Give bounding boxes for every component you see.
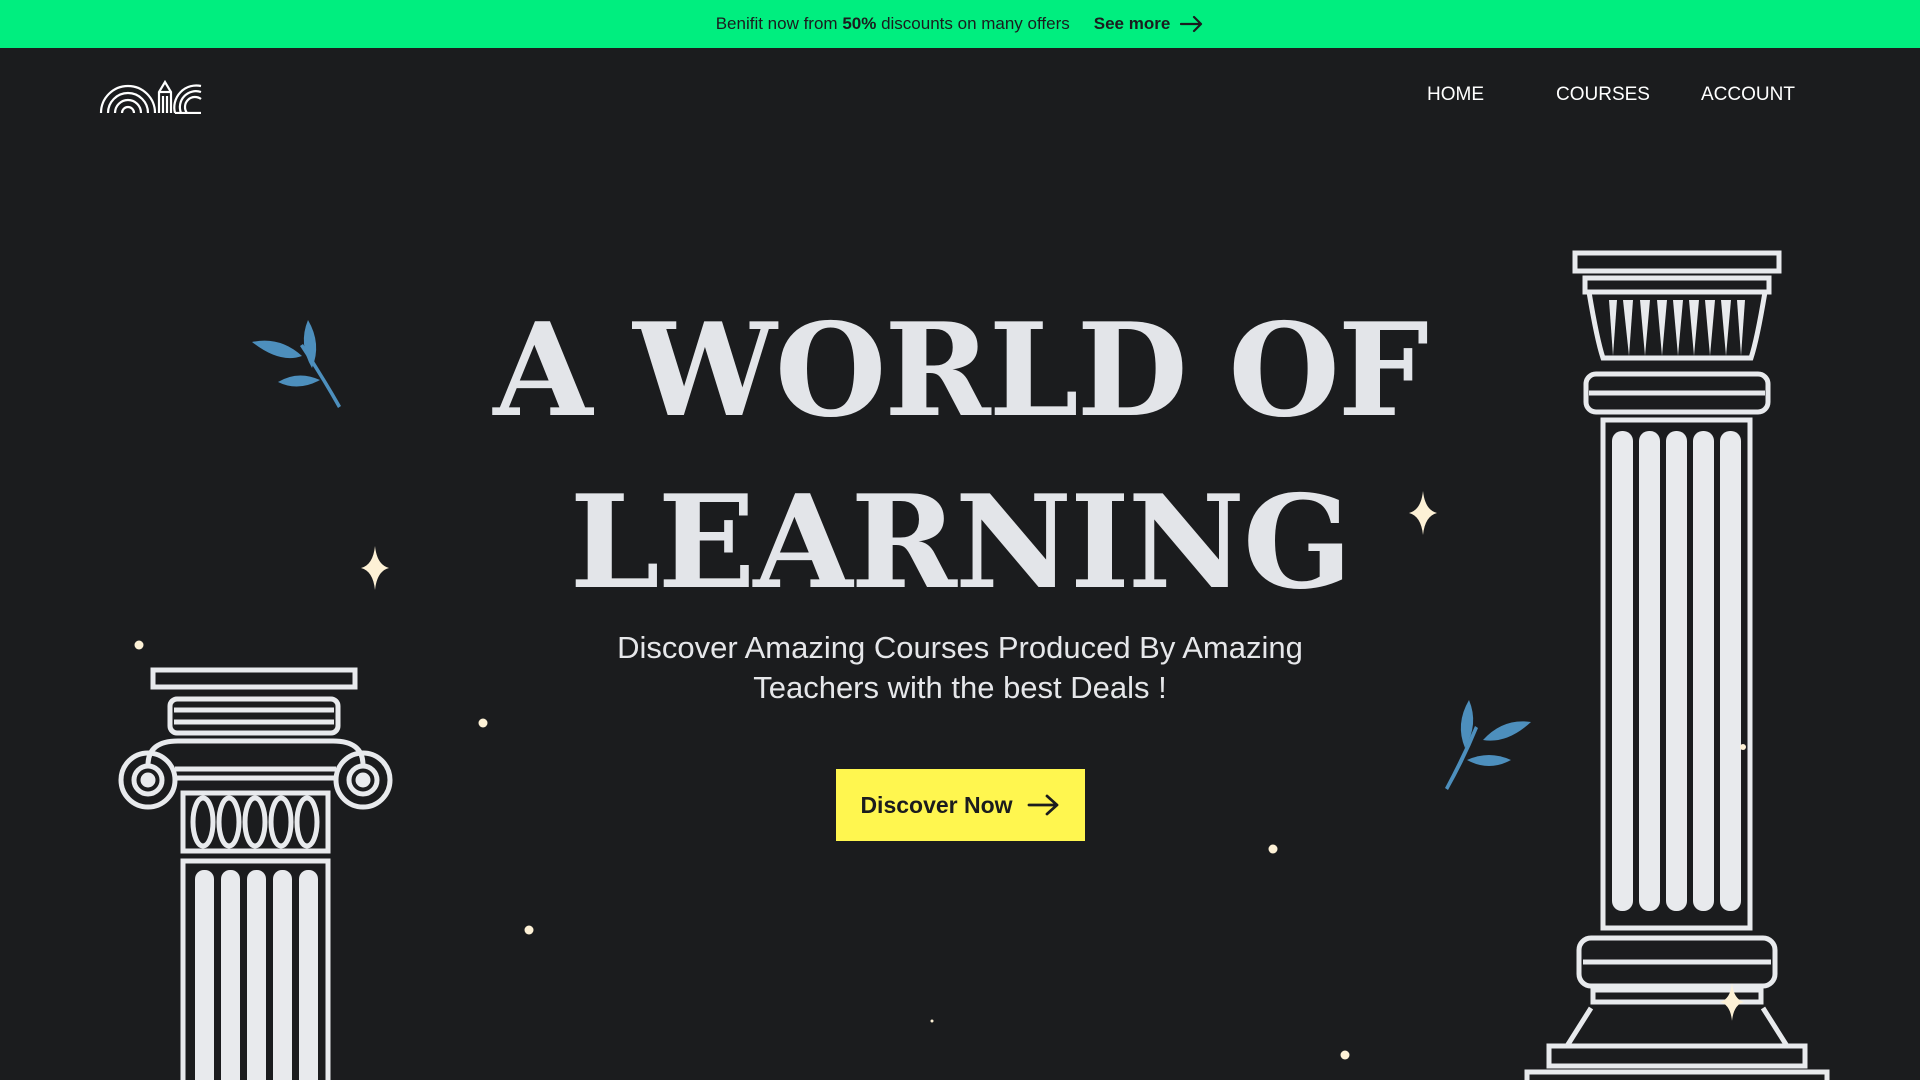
hero-title-line1: A WORLD OF — [493, 296, 1428, 446]
arrow-right-icon — [1027, 794, 1058, 816]
discover-now-button[interactable]: Discover Now — [836, 769, 1085, 841]
hero-title-line2: LEARNING — [569, 468, 1352, 618]
hero-subtitle-line1: Discover Amazing Courses Produced By Ama… — [617, 630, 1303, 665]
hero-subtitle: Discover Amazing Courses Produced By Ama… — [560, 628, 1360, 708]
hero-subtitle-line2: Teachers with the best Deals ! — [753, 670, 1167, 705]
discover-now-label: Discover Now — [860, 791, 1013, 818]
landing-page: Benifit now from 50% discounts on many o… — [0, 0, 1920, 1080]
hero-title: A WORLD OF LEARNING — [0, 285, 1920, 629]
